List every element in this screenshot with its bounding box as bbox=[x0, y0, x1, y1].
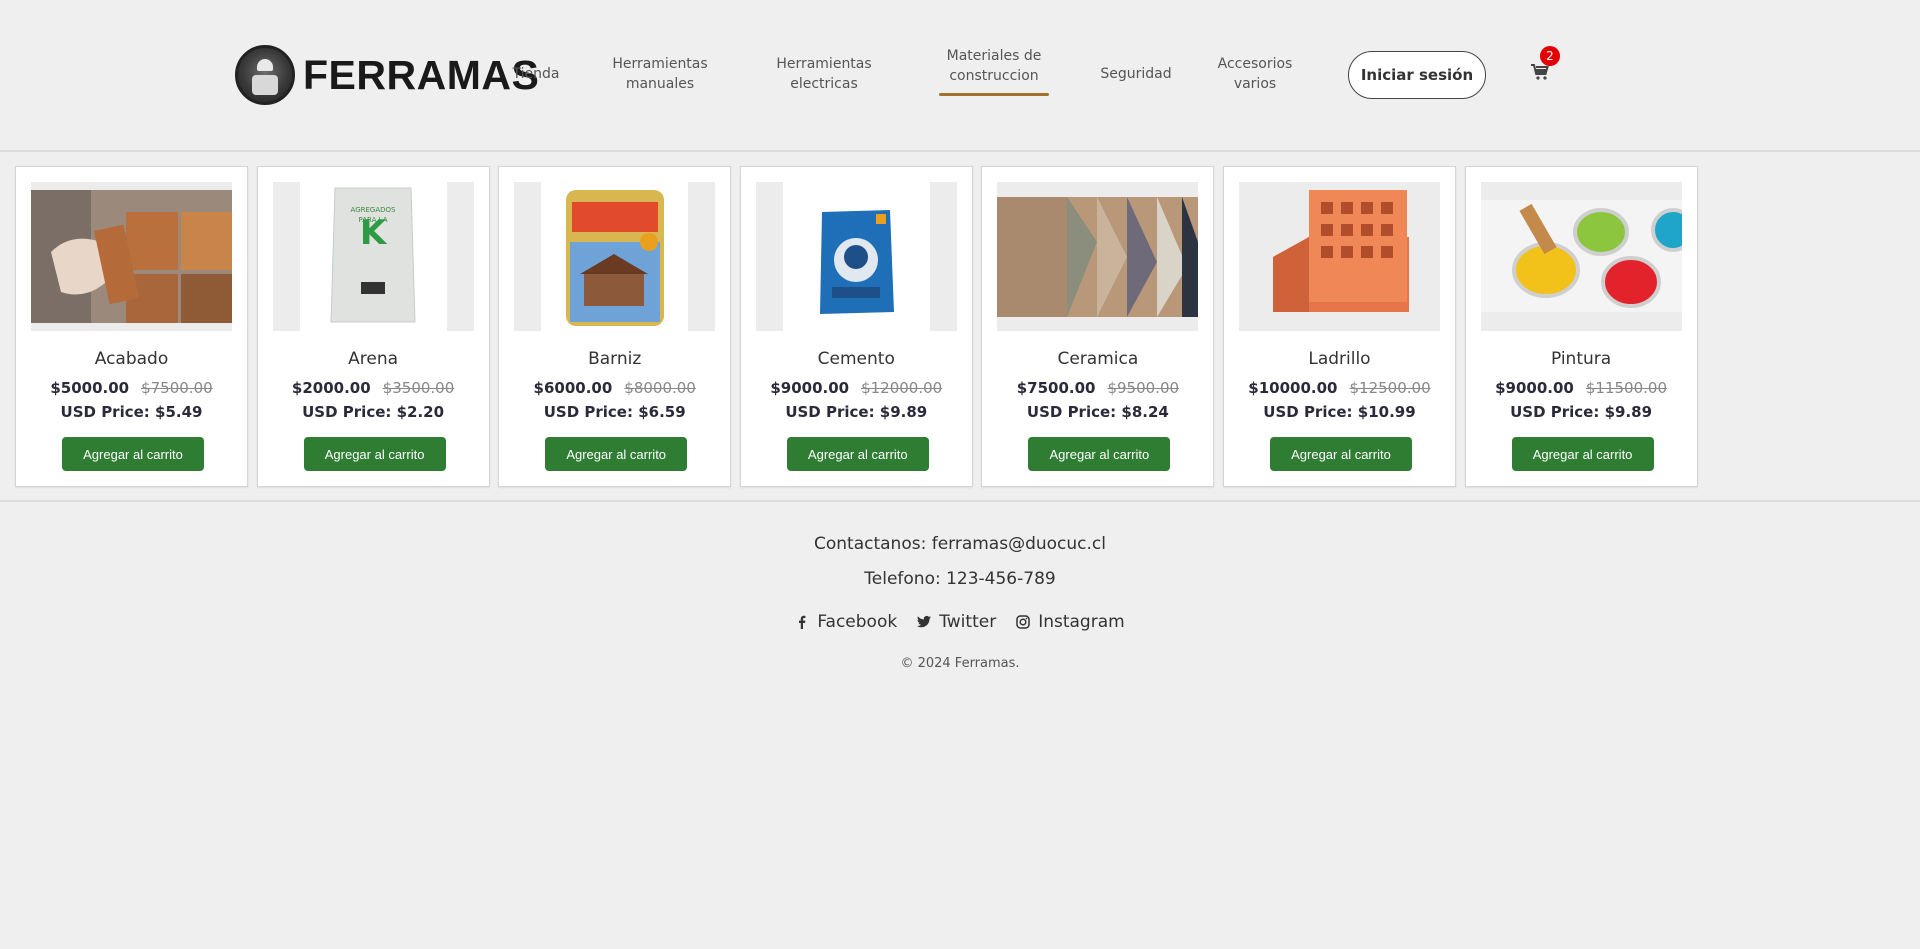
product-image-varnish-can bbox=[514, 182, 716, 331]
social-facebook[interactable]: Facebook bbox=[795, 612, 897, 632]
nav-herramientas-manuales[interactable]: Herramientas manuales bbox=[600, 54, 720, 94]
product-price: $10000.00 bbox=[1248, 379, 1338, 397]
product-usd-price: USD Price: $8.24 bbox=[1026, 403, 1169, 421]
footer-copyright: © 2024 Ferramas. bbox=[900, 656, 1020, 671]
price-row: $5000.00 $7500.00 bbox=[16, 379, 247, 397]
price-row: $2000.00 $3500.00 bbox=[258, 379, 489, 397]
login-button[interactable]: Iniciar sesión bbox=[1348, 51, 1486, 99]
price-row: $9000.00 $11500.00 bbox=[1466, 379, 1697, 397]
social-label: Facebook bbox=[817, 612, 898, 632]
product-price: $9000.00 bbox=[770, 379, 850, 397]
product-usd-price: USD Price: $9.89 bbox=[1510, 403, 1653, 421]
product-old-price: $9500.00 bbox=[1107, 379, 1180, 397]
price-row: $7500.00 $9500.00 bbox=[982, 379, 1213, 397]
product-image-ceramic-tiles bbox=[997, 182, 1199, 331]
footer-contact-email: Contactanos: ferramas@duocuc.cl bbox=[813, 534, 1106, 554]
product-old-price: $12500.00 bbox=[1349, 379, 1431, 397]
product-old-price: $7500.00 bbox=[141, 379, 213, 397]
product-old-price: $3500.00 bbox=[382, 379, 455, 397]
product-image-tile-installation bbox=[31, 182, 232, 331]
product-image-cement-bag bbox=[755, 182, 957, 331]
product-name: Ladrillo bbox=[1308, 349, 1371, 369]
instagram-icon bbox=[1016, 615, 1030, 629]
product-price: $2000.00 bbox=[291, 379, 371, 397]
add-to-cart-button[interactable]: Agregar al carrito bbox=[1269, 437, 1412, 471]
product-usd-price: USD Price: $9.89 bbox=[785, 403, 928, 421]
add-to-cart-button[interactable]: Agregar al carrito bbox=[786, 437, 929, 471]
nav-herramientas-electricas[interactable]: Herramientas electricas bbox=[764, 54, 884, 94]
add-to-cart-button[interactable]: Agregar al carrito bbox=[1028, 437, 1171, 471]
product-usd-price: USD Price: $2.20 bbox=[302, 403, 445, 421]
footer-phone: Telefono: 123-456-789 bbox=[864, 569, 1056, 589]
product-usd-price: USD Price: $10.99 bbox=[1263, 403, 1416, 421]
nav-accesorios-varios[interactable]: Accesorios varios bbox=[1195, 54, 1315, 94]
social-instagram[interactable]: Instagram bbox=[1016, 612, 1125, 632]
product-name: Pintura bbox=[1550, 349, 1612, 369]
social-links: Facebook Twitter Instagram bbox=[0, 612, 1920, 632]
product-image-paint-cans bbox=[1480, 182, 1682, 331]
cart-count-badge: 2 bbox=[1540, 46, 1560, 66]
svg-text:K: K bbox=[359, 213, 387, 253]
add-to-cart-button[interactable]: Agregar al carrito bbox=[62, 437, 204, 471]
social-label: Instagram bbox=[1038, 612, 1125, 632]
product-card: Pintura $9000.00 $11500.00 USD Price: $9.… bbox=[1464, 166, 1698, 487]
product-card: Barniz $6000.00 $8000.00 USD Price: $6.59… bbox=[498, 166, 732, 487]
product-price: $6000.00 bbox=[533, 379, 613, 397]
product-name: Cemento bbox=[817, 349, 895, 369]
product-name: Arena bbox=[348, 349, 399, 369]
product-price: $5000.00 bbox=[50, 379, 130, 397]
site-header: FERRAMAS Tienda Herramientas manuales He… bbox=[0, 0, 1920, 152]
facebook-icon bbox=[799, 615, 806, 629]
product-usd-price: USD Price: $5.49 bbox=[60, 403, 203, 421]
product-name: Ceramica bbox=[1057, 349, 1139, 369]
product-price: $7500.00 bbox=[1016, 379, 1096, 397]
product-price: $9000.00 bbox=[1495, 379, 1574, 397]
product-card: AGREGADOS PARA LA K Arena $2000.00 $3500.… bbox=[256, 166, 490, 487]
product-old-price: $11500.00 bbox=[1585, 379, 1667, 397]
add-to-cart-button[interactable]: Agregar al carrito bbox=[303, 437, 446, 471]
product-card: Ceramica $7500.00 $9500.00 USD Price: $8.… bbox=[981, 166, 1215, 487]
price-row: $10000.00 $12500.00 bbox=[1224, 379, 1455, 397]
social-label: Twitter bbox=[939, 612, 997, 632]
product-image-brick bbox=[1238, 182, 1440, 331]
price-row: $6000.00 $8000.00 bbox=[499, 379, 730, 397]
nav-materiales-de-construccion[interactable]: Materiales de construccion bbox=[934, 46, 1054, 96]
product-usd-price: USD Price: $6.59 bbox=[543, 403, 686, 421]
product-card: Ladrillo $10000.00 $12500.00 USD Price: $… bbox=[1222, 166, 1456, 487]
social-twitter[interactable]: Twitter bbox=[917, 612, 996, 632]
footer-divider bbox=[0, 500, 1920, 502]
nav-seguridad[interactable]: Seguridad bbox=[1076, 64, 1196, 84]
product-grid: Acabado $5000.00 $7500.00 USD Price: $5.4… bbox=[15, 166, 1706, 487]
price-row: $9000.00 $12000.00 bbox=[741, 379, 972, 397]
ferramas-logo-icon bbox=[235, 45, 295, 105]
product-image-sand-bag: AGREGADOS PARA LA K bbox=[272, 182, 474, 331]
nav-tienda[interactable]: Tienda bbox=[476, 64, 596, 84]
twitter-icon bbox=[917, 615, 932, 628]
add-to-cart-button[interactable]: Agregar al carrito bbox=[545, 437, 688, 471]
product-name: Acabado bbox=[94, 349, 169, 369]
product-old-price: $8000.00 bbox=[624, 379, 696, 397]
add-to-cart-button[interactable]: Agregar al carrito bbox=[1511, 437, 1654, 471]
product-name: Barniz bbox=[588, 349, 642, 369]
product-card: Cemento $9000.00 $12000.00 USD Price: $9.… bbox=[739, 166, 973, 487]
product-old-price: $12000.00 bbox=[861, 379, 943, 397]
product-card: Acabado $5000.00 $7500.00 USD Price: $5.4… bbox=[15, 166, 248, 487]
